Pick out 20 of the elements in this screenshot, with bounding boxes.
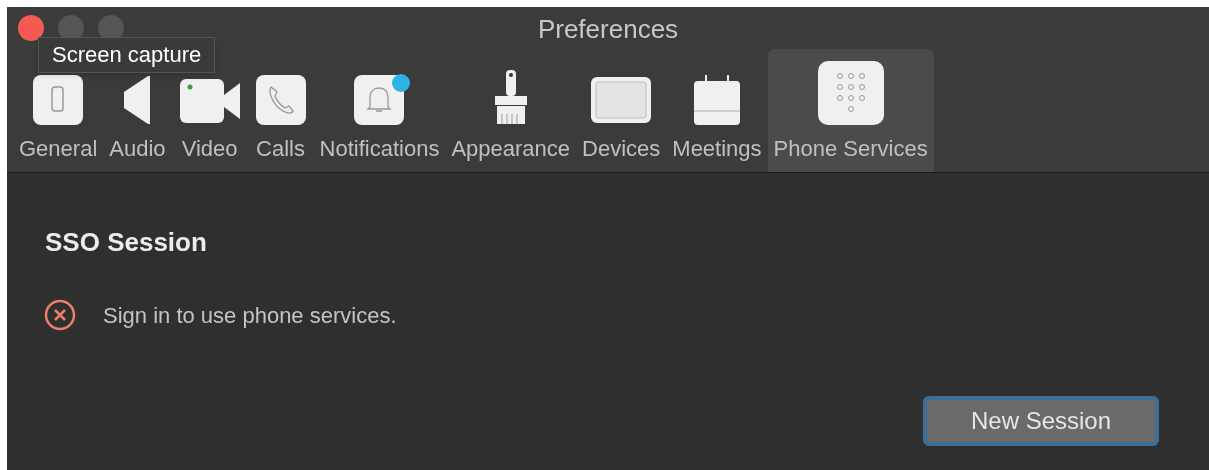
close-window-icon[interactable] bbox=[18, 15, 44, 41]
toolbar-tab[interactable]: Appearance bbox=[445, 72, 577, 172]
toolbar-tab[interactable]: Devices bbox=[576, 72, 667, 172]
window-title: Preferences bbox=[537, 12, 679, 46]
phone-handset-icon bbox=[253, 73, 308, 127]
bell-icon bbox=[352, 73, 407, 127]
toolbar-tab[interactable]: Meetings bbox=[666, 72, 768, 172]
toolbar-tab[interactable]: Calls bbox=[247, 72, 314, 172]
toolbar-tab[interactable]: Audio bbox=[103, 72, 172, 172]
toolbar-tab[interactable]: Phone Services bbox=[767, 49, 934, 172]
dialpad-icon bbox=[816, 60, 885, 126]
speaker-icon bbox=[124, 76, 151, 124]
new-session-button[interactable]: New Session bbox=[923, 396, 1159, 446]
toolbar-tab[interactable]: General bbox=[13, 72, 104, 172]
toolbar-tab[interactable]: Notifications bbox=[313, 72, 446, 172]
section-heading: SSO Session bbox=[45, 226, 208, 259]
switch-icon bbox=[31, 73, 86, 127]
status-message: Sign in to use phone services. bbox=[103, 301, 397, 330]
tooltip: Screen capture bbox=[38, 37, 216, 73]
toolbar-tab[interactable]: Video bbox=[171, 72, 248, 172]
